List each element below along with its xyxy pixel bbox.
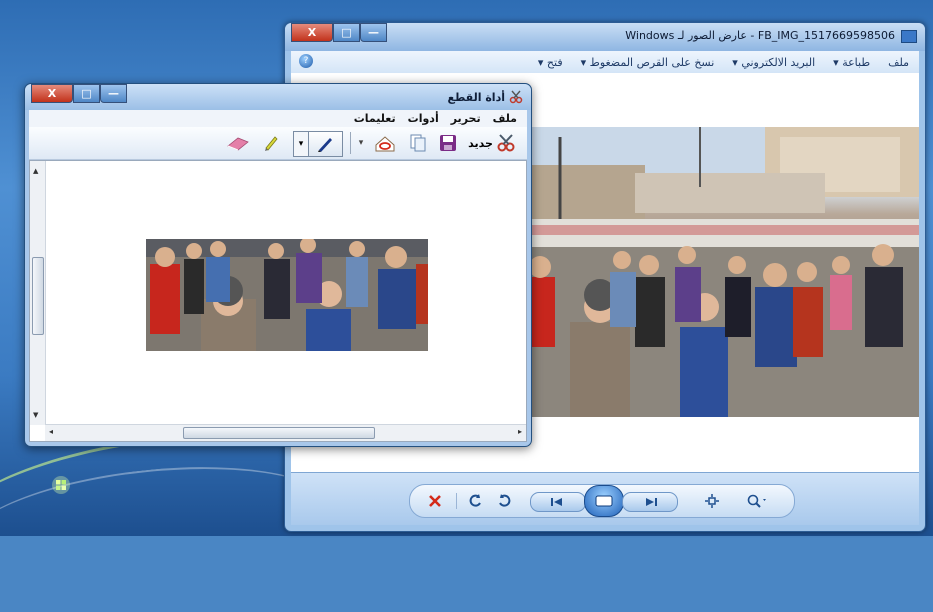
rotate-left-icon[interactable] xyxy=(464,489,488,513)
help-icon[interactable]: ? xyxy=(299,54,313,68)
viewer-window-buttons: X □ — xyxy=(291,23,387,42)
eraser-icon[interactable] xyxy=(223,131,253,155)
menu-open[interactable]: فتح ▾ xyxy=(538,56,563,69)
windows-logo-icon xyxy=(52,476,70,494)
snip-menu-bar: ملف تحرير أدوات تعليمات xyxy=(29,110,527,127)
displayed-photo xyxy=(525,127,919,417)
scroll-down-arrow[interactable]: ▼ xyxy=(33,411,38,419)
snip-menu-edit[interactable]: تحرير xyxy=(451,112,481,125)
scroll-right-arrow[interactable]: ▸ xyxy=(518,427,522,436)
snip-title-bar[interactable]: X □ — أداة القطع xyxy=(25,84,531,110)
viewer-title: FB_IMG_1517669598506 - عارض الصور لـ Win… xyxy=(625,29,895,42)
copy-icon[interactable] xyxy=(405,131,431,155)
scroll-up-arrow[interactable]: ▲ xyxy=(33,167,38,175)
viewer-control-bar xyxy=(291,472,919,525)
snip-close-button[interactable]: X xyxy=(31,84,73,103)
horizontal-scrollbar[interactable]: ◂ ▸ xyxy=(45,424,526,441)
previous-icon[interactable] xyxy=(530,492,586,512)
viewer-maximize-button[interactable]: □ xyxy=(333,23,360,42)
snipping-tool-window: X □ — أداة القطع ملف تحرير أدوات تعليمات… xyxy=(24,83,532,447)
viewer-menu-bar: ملف طباعة ▾ البريد الالكتروني ▾ نسخ على … xyxy=(291,51,919,74)
send-dropdown-arrow[interactable]: ▾ xyxy=(355,131,367,155)
photo-viewer-app-icon xyxy=(901,30,917,43)
horizontal-scroll-thumb[interactable] xyxy=(183,427,375,439)
highlighter-icon[interactable] xyxy=(259,131,283,155)
vertical-scroll-thumb[interactable] xyxy=(32,257,44,335)
next-icon[interactable] xyxy=(622,492,678,512)
photo-schoolyard-illustration xyxy=(525,127,919,417)
scissors-icon xyxy=(497,134,515,152)
snip-canvas: ▲ ▼ ◂ ▸ xyxy=(29,160,527,442)
snip-window-buttons: X □ — xyxy=(31,84,127,103)
snip-photo-illustration xyxy=(146,239,428,351)
rotate-right-icon[interactable] xyxy=(492,489,516,513)
captured-snip-image xyxy=(146,239,428,351)
scissors-app-icon xyxy=(509,90,523,104)
delete-icon[interactable] xyxy=(422,489,448,513)
snip-maximize-button[interactable]: □ xyxy=(73,84,100,103)
pen-icon[interactable] xyxy=(307,131,343,157)
menu-print[interactable]: طباعة ▾ xyxy=(833,56,870,69)
separator xyxy=(456,493,457,509)
scroll-left-arrow[interactable]: ◂ xyxy=(49,427,53,436)
menu-email[interactable]: البريد الالكتروني ▾ xyxy=(732,56,815,69)
send-icon[interactable] xyxy=(371,131,399,155)
snip-menu-tools[interactable]: أدوات xyxy=(408,112,439,125)
slideshow-icon[interactable] xyxy=(584,485,624,517)
save-icon[interactable] xyxy=(435,131,461,155)
viewer-minimize-button[interactable]: — xyxy=(360,23,387,42)
new-snip-button[interactable]: جديد xyxy=(463,131,521,155)
snip-minimize-button[interactable]: — xyxy=(100,84,127,103)
snip-menu-help[interactable]: تعليمات xyxy=(354,112,396,125)
viewer-title-bar[interactable]: X □ — FB_IMG_1517669598506 - عارض الصور … xyxy=(285,23,925,51)
snip-title: أداة القطع xyxy=(447,91,505,104)
pen-dropdown-arrow[interactable]: ▾ xyxy=(293,131,309,157)
menu-burn-disc[interactable]: نسخ على القرص المضغوط ▾ xyxy=(581,56,715,69)
toolbar-separator xyxy=(350,132,351,154)
vertical-scrollbar[interactable]: ▲ ▼ xyxy=(30,161,46,425)
zoom-icon[interactable] xyxy=(740,489,776,513)
viewer-controls-pill xyxy=(409,484,795,518)
snip-toolbar: جديد ▾ ▾ xyxy=(29,127,527,160)
viewer-close-button[interactable]: X xyxy=(291,23,333,42)
fit-icon[interactable] xyxy=(700,489,724,513)
new-snip-label: جديد xyxy=(468,136,493,150)
snip-menu-file[interactable]: ملف xyxy=(493,112,517,125)
menu-file[interactable]: ملف xyxy=(888,56,909,69)
